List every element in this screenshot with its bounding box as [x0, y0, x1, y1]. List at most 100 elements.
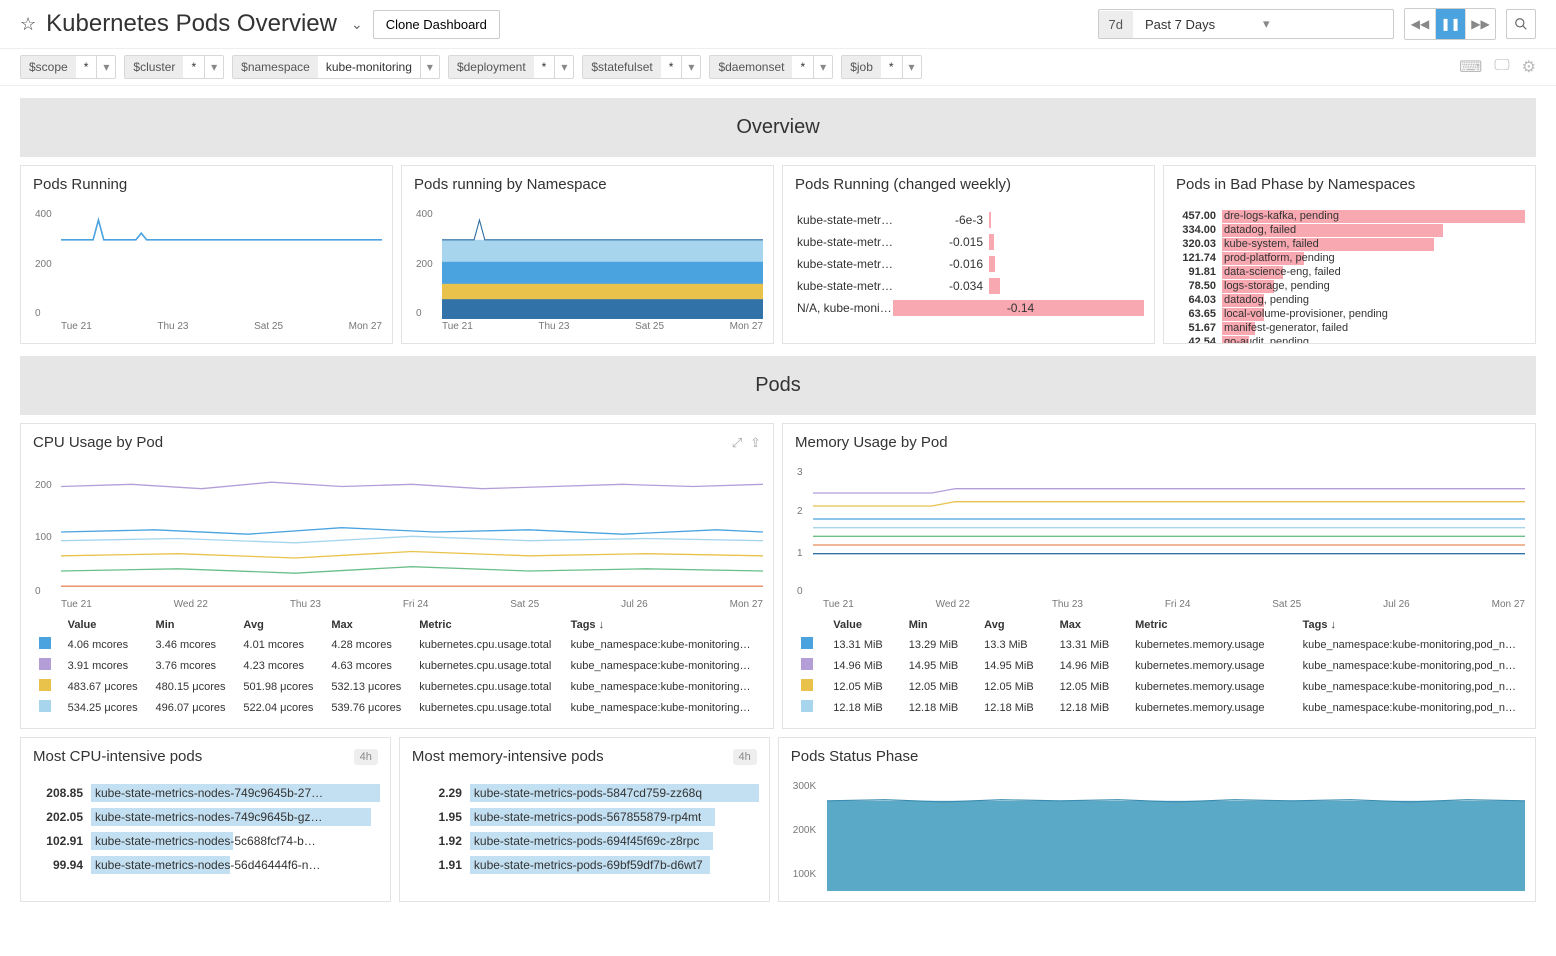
- filter-pill[interactable]: $deployment*▾: [448, 55, 574, 79]
- chevron-down-icon[interactable]: ▾: [420, 56, 439, 78]
- change-row[interactable]: kube-state-metr…-0.034: [793, 275, 1144, 297]
- toplist-row[interactable]: 102.91kube-state-metrics-nodes-5c688fcf7…: [31, 829, 380, 853]
- toplist-row[interactable]: 208.85kube-state-metrics-nodes-749c9645b…: [31, 781, 380, 805]
- tv-mode-icon[interactable]: 🖵: [1494, 57, 1509, 77]
- legend-header[interactable]: Max: [323, 616, 411, 634]
- panel-pods-running[interactable]: Pods Running 400 200 0 Tue 21Thu 23Sat 2…: [20, 165, 393, 344]
- bad-phase-row[interactable]: 91.81data-science-eng, failed: [1174, 265, 1525, 279]
- panel-cpu-usage[interactable]: CPU Usage by Pod ⤢ ⇪ 200 100 0 T: [20, 423, 774, 729]
- legend-header[interactable]: [31, 616, 60, 634]
- legend-row[interactable]: 13.31 MiB13.29 MiB13.3 MiB13.31 MiBkuber…: [793, 634, 1525, 655]
- bad-phase-row[interactable]: 51.67manifest-generator, failed: [1174, 321, 1525, 335]
- toplist-row[interactable]: 202.05kube-state-metrics-nodes-749c9645b…: [31, 805, 380, 829]
- clone-dashboard-button[interactable]: Clone Dashboard: [373, 10, 500, 39]
- legend-header[interactable]: Min: [148, 616, 236, 634]
- legend-header[interactable]: Metric: [411, 616, 562, 634]
- legend-row[interactable]: 12.18 MiB12.18 MiB12.18 MiB12.18 MiBkube…: [793, 697, 1525, 718]
- bad-phase-row[interactable]: 457.00dre-logs-kafka, pending: [1174, 209, 1525, 223]
- legend-row[interactable]: 534.25 μcores496.07 μcores522.04 μcores5…: [31, 697, 763, 718]
- bad-phase-row[interactable]: 121.74prod-platform, pending: [1174, 251, 1525, 265]
- title-dropdown-icon[interactable]: ⌄: [351, 16, 363, 33]
- legend-row[interactable]: 483.67 μcores480.15 μcores501.98 μcores5…: [31, 676, 763, 697]
- filter-value[interactable]: *: [661, 56, 682, 78]
- legend-header[interactable]: Tags ↓: [563, 616, 763, 634]
- panel-title: Most CPU-intensive pods: [33, 748, 202, 765]
- legend-header[interactable]: Avg: [235, 616, 323, 634]
- toplist-row[interactable]: 1.92kube-state-metrics-pods-694f45f69c-z…: [410, 829, 759, 853]
- legend-header[interactable]: Min: [901, 616, 976, 634]
- filter-value[interactable]: *: [534, 56, 555, 78]
- panel-pods-status-phase[interactable]: Pods Status Phase 300K 200K 100K: [778, 737, 1536, 902]
- filter-pill[interactable]: $namespacekube-monitoring▾: [232, 55, 440, 79]
- filter-value[interactable]: *: [792, 56, 813, 78]
- legend-header[interactable]: Value: [825, 616, 900, 634]
- filter-pill[interactable]: $job*▾: [841, 55, 921, 79]
- panel-memory-usage[interactable]: Memory Usage by Pod 3 2 1 0 Tue 21Wed 22…: [782, 423, 1536, 729]
- settings-icon[interactable]: ⚙: [1522, 57, 1536, 77]
- legend-header[interactable]: Tags ↓: [1295, 616, 1525, 634]
- toplist-row[interactable]: 1.95kube-state-metrics-pods-567855879-rp…: [410, 805, 759, 829]
- panel-pods-bad-phase[interactable]: Pods in Bad Phase by Namespaces 457.00dr…: [1163, 165, 1536, 344]
- filter-value[interactable]: kube-monitoring: [318, 56, 420, 78]
- time-range-picker[interactable]: 7d Past 7 Days ▾: [1098, 9, 1394, 39]
- section-overview: Overview: [20, 98, 1536, 157]
- change-row[interactable]: N/A, kube-moni…-0.14: [793, 297, 1144, 319]
- legend-header[interactable]: Max: [1052, 616, 1127, 634]
- toplist-row[interactable]: 1.91kube-state-metrics-pods-69bf59df7b-d…: [410, 853, 759, 877]
- bad-phase-row[interactable]: 63.65local-volume-provisioner, pending: [1174, 307, 1525, 321]
- change-row[interactable]: kube-state-metr…-0.015: [793, 231, 1144, 253]
- change-row[interactable]: kube-state-metr…-0.016: [793, 253, 1144, 275]
- legend-header[interactable]: [793, 616, 825, 634]
- legend-row[interactable]: 12.05 MiB12.05 MiB12.05 MiB12.05 MiBkube…: [793, 676, 1525, 697]
- legend-header[interactable]: Value: [60, 616, 148, 634]
- legend-header[interactable]: Metric: [1127, 616, 1294, 634]
- section-pods: Pods: [20, 356, 1536, 415]
- filter-value[interactable]: *: [881, 56, 902, 78]
- chevron-down-icon[interactable]: ▾: [204, 56, 223, 78]
- filter-pill[interactable]: $scope*▾: [20, 55, 116, 79]
- search-button[interactable]: [1506, 9, 1536, 39]
- filter-pill[interactable]: $daemonset*▾: [709, 55, 833, 79]
- pause-button[interactable]: ❚❚: [1435, 9, 1465, 39]
- chevron-down-icon[interactable]: ▾: [902, 56, 921, 78]
- bad-phase-row[interactable]: 320.03kube-system, failed: [1174, 237, 1525, 251]
- toplist-row[interactable]: 99.94kube-state-metrics-nodes-56d46444f6…: [31, 853, 380, 877]
- chevron-down-icon[interactable]: ▾: [681, 56, 700, 78]
- chevron-down-icon[interactable]: ▾: [96, 56, 115, 78]
- filter-bar: $scope*▾$cluster*▾$namespacekube-monitor…: [0, 49, 1556, 86]
- filter-key: $scope: [21, 56, 76, 78]
- legend-row[interactable]: 3.91 mcores3.76 mcores4.23 mcores4.63 mc…: [31, 655, 763, 676]
- keyboard-icon[interactable]: ⌨: [1459, 57, 1482, 77]
- rewind-button[interactable]: ◀◀: [1405, 9, 1435, 39]
- legend-swatch: [801, 658, 813, 670]
- legend-swatch: [39, 679, 51, 691]
- filter-key: $deployment: [449, 56, 534, 78]
- panel-top-mem[interactable]: Most memory-intensive pods 4h 2.29kube-s…: [399, 737, 770, 902]
- export-icon[interactable]: ⇪: [750, 435, 761, 451]
- panel-pods-running-changed[interactable]: Pods Running (changed weekly) kube-state…: [782, 165, 1155, 344]
- forward-button[interactable]: ▶▶: [1465, 9, 1495, 39]
- time-range-label[interactable]: Past 7 Days ▾: [1133, 10, 1393, 38]
- filter-pill[interactable]: $statefulset*▾: [582, 55, 701, 79]
- panel-top-cpu[interactable]: Most CPU-intensive pods 4h 208.85kube-st…: [20, 737, 391, 902]
- chevron-down-icon[interactable]: ▾: [813, 56, 832, 78]
- panel-title: Pods Status Phase: [779, 738, 1535, 775]
- panel-title: Pods running by Namespace: [402, 166, 773, 203]
- toplist-row[interactable]: 2.29kube-state-metrics-pods-5847cd759-zz…: [410, 781, 759, 805]
- filter-key: $statefulset: [583, 56, 660, 78]
- chevron-down-icon[interactable]: ▾: [554, 56, 573, 78]
- filter-pill[interactable]: $cluster*▾: [124, 55, 224, 79]
- legend-row[interactable]: 4.06 mcores3.46 mcores4.01 mcores4.28 mc…: [31, 634, 763, 655]
- fullscreen-icon[interactable]: ⤢: [732, 435, 742, 451]
- star-icon[interactable]: ☆: [20, 14, 36, 35]
- change-row[interactable]: kube-state-metr…-6e-3: [793, 209, 1144, 231]
- legend-header[interactable]: Avg: [976, 616, 1051, 634]
- bad-phase-row[interactable]: 78.50logs-storage, pending: [1174, 279, 1525, 293]
- panel-pods-running-ns[interactable]: Pods running by Namespace 400 200 0 Tue …: [401, 165, 774, 344]
- bad-phase-row[interactable]: 64.03datadog, pending: [1174, 293, 1525, 307]
- bad-phase-row[interactable]: 42.54go-audit, pending: [1174, 335, 1525, 343]
- bad-phase-row[interactable]: 334.00datadog, failed: [1174, 223, 1525, 237]
- filter-value[interactable]: *: [76, 56, 97, 78]
- filter-value[interactable]: *: [183, 56, 204, 78]
- legend-row[interactable]: 14.96 MiB14.95 MiB14.95 MiB14.96 MiBkube…: [793, 655, 1525, 676]
